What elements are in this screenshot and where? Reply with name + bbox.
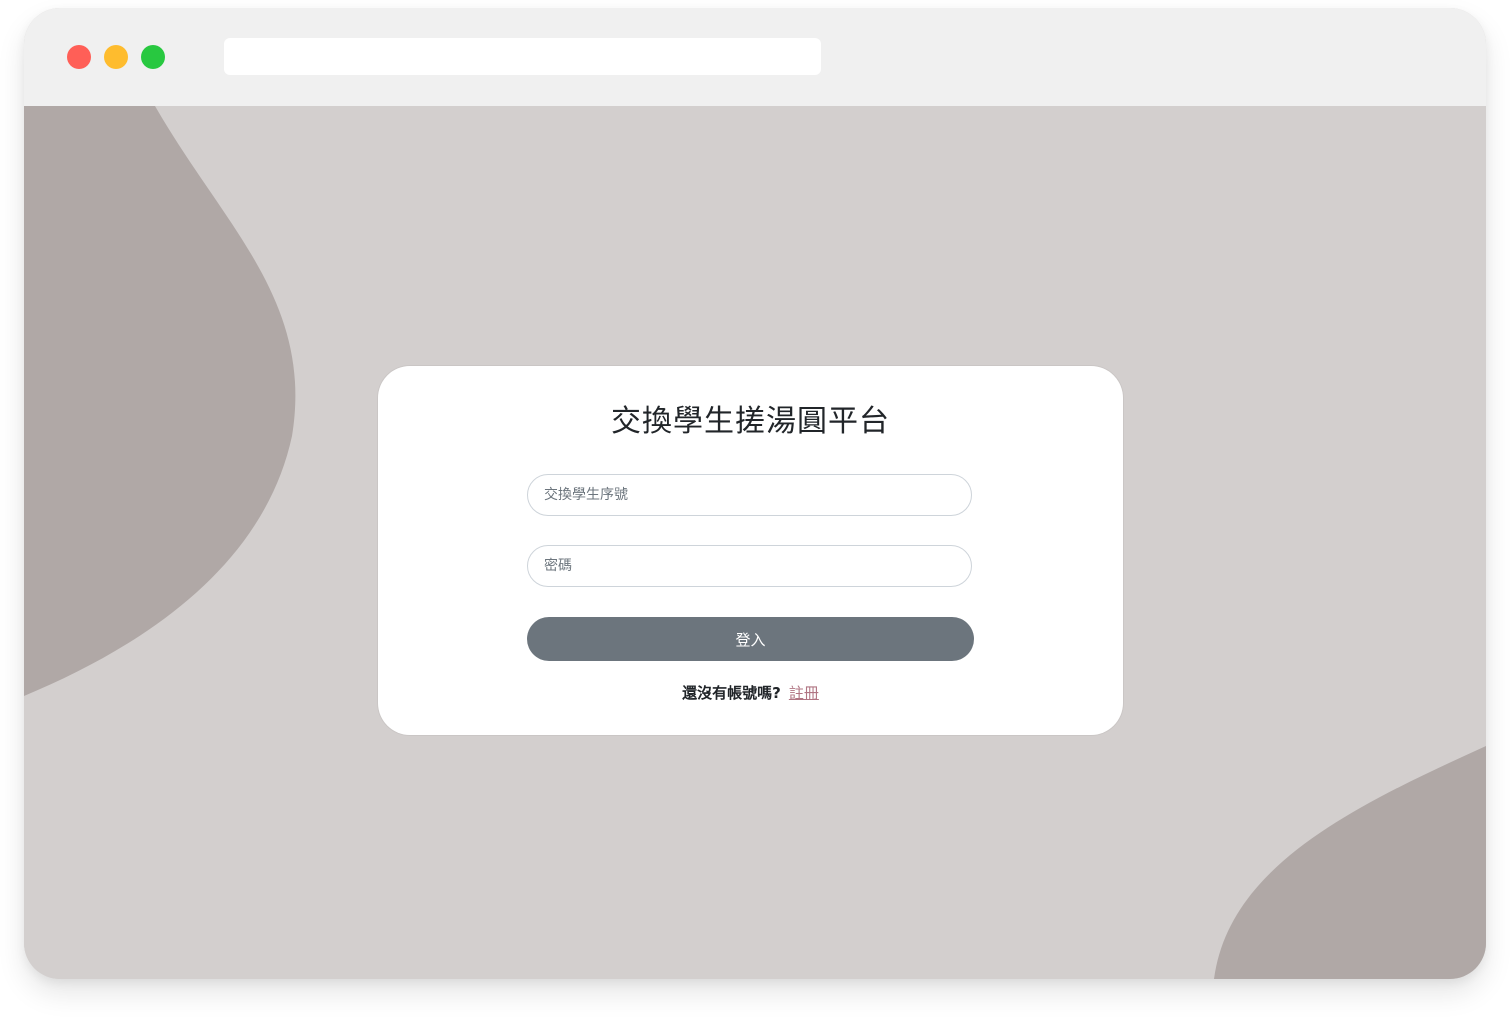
minimize-window-button[interactable]: [104, 45, 128, 69]
right-background-blob: [1214, 746, 1486, 979]
register-link[interactable]: 註冊: [789, 684, 819, 702]
close-window-button[interactable]: [67, 45, 91, 69]
no-account-text: 還沒有帳號嗎?: [682, 684, 781, 702]
browser-window: 交換學生搓湯圓平台 登入 還沒有帳號嗎? 註冊: [24, 8, 1486, 979]
page-viewport: 交換學生搓湯圓平台 登入 還沒有帳號嗎? 註冊: [24, 106, 1486, 979]
password-input[interactable]: [527, 545, 972, 587]
student-id-input[interactable]: [527, 474, 972, 516]
page-title: 交換學生搓湯圓平台: [611, 404, 890, 439]
signup-prompt: 還沒有帳號嗎? 註冊: [378, 682, 1123, 703]
login-button[interactable]: 登入: [527, 617, 974, 661]
zoom-window-button[interactable]: [141, 45, 165, 69]
browser-titlebar: [24, 8, 1486, 106]
address-bar[interactable]: [224, 38, 821, 75]
left-background-blob: [24, 106, 296, 696]
login-card: 交換學生搓湯圓平台 登入 還沒有帳號嗎? 註冊: [378, 366, 1123, 735]
